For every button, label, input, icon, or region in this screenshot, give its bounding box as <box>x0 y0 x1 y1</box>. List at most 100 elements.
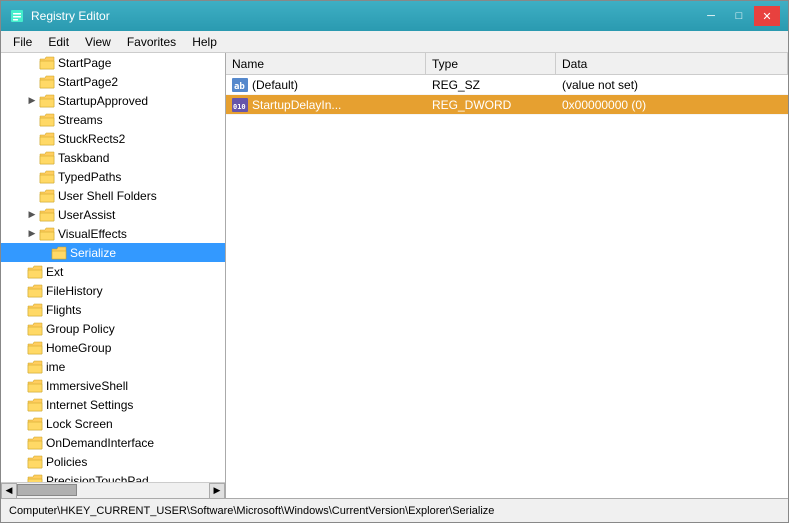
title-bar: Registry Editor ─ □ ✕ <box>1 1 788 31</box>
tree-item-flights[interactable]: ▶ Flights <box>1 300 225 319</box>
tree-label-typedpaths: TypedPaths <box>58 170 121 184</box>
col-name-label: Name <box>232 57 264 71</box>
expand-btn-userassist[interactable]: ▶ <box>25 208 39 222</box>
col-data-label: Data <box>562 57 587 71</box>
svg-text:ab: ab <box>234 82 245 92</box>
tree-item-userassist[interactable]: ▶ UserAssist <box>1 205 225 224</box>
folder-icon-ondemandinterface <box>27 436 43 450</box>
tree-item-serialize[interactable]: ▶ Serialize <box>1 243 225 262</box>
tree-label-startupapproved: StartupApproved <box>58 94 148 108</box>
tree-label-internetsettings: Internet Settings <box>46 398 133 412</box>
value-name-startupdelay: StartupDelayIn... <box>252 98 341 112</box>
tree-label-ime: ime <box>46 360 65 374</box>
expand-btn-startupapproved[interactable]: ▶ <box>25 94 39 108</box>
tree-item-startpage[interactable]: ▶ StartPage <box>1 53 225 72</box>
tree-label-ondemandinterface: OnDemandInterface <box>46 436 154 450</box>
tree-item-streams[interactable]: ▶ Streams <box>1 110 225 129</box>
tree-item-internetsettings[interactable]: ▶ Internet Settings <box>1 395 225 414</box>
window-title: Registry Editor <box>31 9 110 23</box>
tree-item-ondemandinterface[interactable]: ▶ OnDemandInterface <box>1 433 225 452</box>
registry-editor-window: Registry Editor ─ □ ✕ File Edit View Fav… <box>0 0 789 523</box>
menu-bar: File Edit View Favorites Help <box>1 31 788 53</box>
folder-icon-homegroup <box>27 341 43 355</box>
col-header-data[interactable]: Data <box>556 53 788 74</box>
tree-hscroll[interactable]: ◀ ▶ <box>1 482 225 498</box>
menu-view[interactable]: View <box>77 33 119 51</box>
tree-label-flights: Flights <box>46 303 81 317</box>
cell-name-startupdelay: 010 StartupDelayIn... <box>226 98 426 112</box>
tree-label-visualeffects: VisualEffects <box>58 227 127 241</box>
table-row[interactable]: 010 StartupDelayIn... REG_DWORD 0x000000… <box>226 95 788 115</box>
tree-item-startupapproved[interactable]: ▶ StartupApproved <box>1 91 225 110</box>
folder-icon-flights <box>27 303 43 317</box>
menu-edit[interactable]: Edit <box>40 33 77 51</box>
tree-item-startpage2[interactable]: ▶ StartPage2 <box>1 72 225 91</box>
title-bar-left: Registry Editor <box>9 8 110 24</box>
tree-label-taskband: Taskband <box>58 151 109 165</box>
folder-icon-precisiontouchpad <box>27 474 43 483</box>
tree-item-policies[interactable]: ▶ Policies <box>1 452 225 471</box>
tree-label-precisiontouchpad: PrecisionTouchPad <box>46 474 149 483</box>
tree-label-homegroup: HomeGroup <box>46 341 111 355</box>
folder-icon-internetsettings <box>27 398 43 412</box>
scroll-left-btn[interactable]: ◀ <box>1 483 17 499</box>
folder-icon-immersiveshell <box>27 379 43 393</box>
tree-item-filehistory[interactable]: ▶ FileHistory <box>1 281 225 300</box>
tree-item-homegroup[interactable]: ▶ HomeGroup <box>1 338 225 357</box>
tree-item-lockscreen[interactable]: ▶ Lock Screen <box>1 414 225 433</box>
right-pane: Name Type Data ab <box>226 53 788 498</box>
reg-dword-icon: 010 <box>232 98 248 112</box>
folder-icon-startpage2 <box>39 75 55 89</box>
tree-pane: ▶ StartPage ▶ StartPage2 ▶ <box>1 53 226 498</box>
folder-icon-lockscreen <box>27 417 43 431</box>
minimize-button[interactable]: ─ <box>698 6 724 26</box>
maximize-button[interactable]: □ <box>726 6 752 26</box>
tree-item-visualeffects[interactable]: ▶ VisualEffects <box>1 224 225 243</box>
tree-item-ime[interactable]: ▶ ime <box>1 357 225 376</box>
tree-label-stuckrects2: StuckRects2 <box>58 132 125 146</box>
tree-item-precisiontouchpad[interactable]: ▶ PrecisionTouchPad <box>1 471 225 482</box>
reg-sz-icon: ab <box>232 78 248 92</box>
menu-help[interactable]: Help <box>184 33 225 51</box>
tree-item-taskband[interactable]: ▶ Taskband <box>1 148 225 167</box>
tree-item-immersiveshell[interactable]: ▶ ImmersiveShell <box>1 376 225 395</box>
status-bar: Computer\HKEY_CURRENT_USER\Software\Micr… <box>1 498 788 522</box>
tree-label-serialize: Serialize <box>70 246 116 260</box>
expand-btn-visualeffects[interactable]: ▶ <box>25 227 39 241</box>
tree-item-usershellfolders[interactable]: ▶ User Shell Folders <box>1 186 225 205</box>
tree-item-typedpaths[interactable]: ▶ TypedPaths <box>1 167 225 186</box>
col-header-name[interactable]: Name <box>226 53 426 74</box>
folder-icon-filehistory <box>27 284 43 298</box>
table-row[interactable]: ab (Default) REG_SZ (value not set) <box>226 75 788 95</box>
menu-favorites[interactable]: Favorites <box>119 33 184 51</box>
tree-label-startpage2: StartPage2 <box>58 75 118 89</box>
close-button[interactable]: ✕ <box>754 6 780 26</box>
tree-label-ext: Ext <box>46 265 63 279</box>
tree-scroll[interactable]: ▶ StartPage ▶ StartPage2 ▶ <box>1 53 225 482</box>
hscroll-track <box>17 483 209 498</box>
folder-icon-userassist <box>39 208 55 222</box>
tree-item-stuckrects2[interactable]: ▶ StuckRects2 <box>1 129 225 148</box>
tree-label-filehistory: FileHistory <box>46 284 103 298</box>
menu-file[interactable]: File <box>5 33 40 51</box>
value-name-default: (Default) <box>252 78 298 92</box>
title-bar-buttons: ─ □ ✕ <box>698 6 780 26</box>
folder-icon-typedpaths <box>39 170 55 184</box>
folder-icon-usershellfolders <box>39 189 55 203</box>
folder-icon-policies <box>27 455 43 469</box>
cell-name-default: ab (Default) <box>226 78 426 92</box>
hscroll-thumb[interactable] <box>17 484 77 496</box>
col-header-type[interactable]: Type <box>426 53 556 74</box>
tree-item-grouppolicy[interactable]: ▶ Group Policy <box>1 319 225 338</box>
folder-icon-stuckrects2 <box>39 132 55 146</box>
tree-label-usershellfolders: User Shell Folders <box>58 189 157 203</box>
tree-label-streams: Streams <box>58 113 103 127</box>
status-path: Computer\HKEY_CURRENT_USER\Software\Micr… <box>9 505 494 517</box>
folder-icon-grouppolicy <box>27 322 43 336</box>
scroll-right-btn[interactable]: ▶ <box>209 483 225 499</box>
tree-item-ext[interactable]: ▶ Ext <box>1 262 225 281</box>
tree-label-userassist: UserAssist <box>58 208 115 222</box>
cell-type-default: REG_SZ <box>426 78 556 92</box>
folder-icon-ext <box>27 265 43 279</box>
folder-icon-ime <box>27 360 43 374</box>
